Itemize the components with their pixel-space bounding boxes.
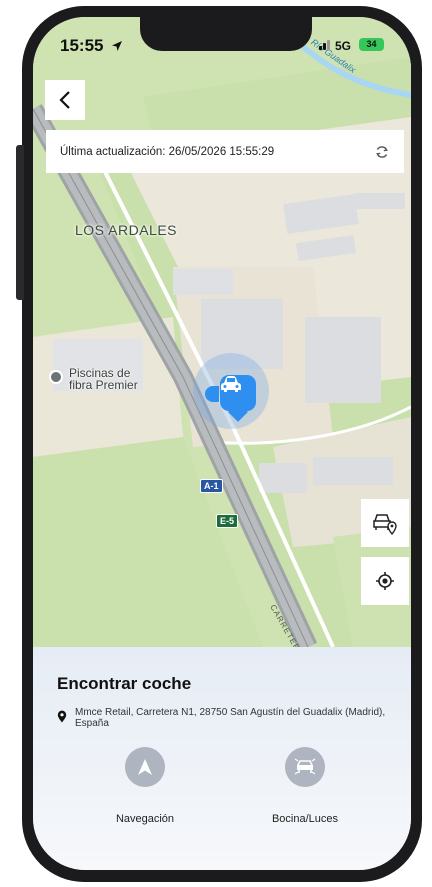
camera-notch: [140, 17, 312, 51]
car-address: Mmce Retail, Carretera N1, 28750 San Agu…: [75, 707, 386, 729]
signal-icon: [319, 38, 333, 50]
car-location-icon: [373, 514, 397, 535]
last-update-bar: Última actualización: 26/05/2026 15:55:2…: [46, 130, 404, 173]
back-button[interactable]: [45, 80, 85, 120]
sheet-title: Encontrar coche: [57, 674, 192, 693]
vehicle-marker[interactable]: [220, 375, 256, 411]
road-shield-e5: E-5: [216, 514, 239, 528]
vehicle-direction-indicator: [205, 386, 219, 402]
phone-side-button: [16, 145, 24, 300]
navigation-arrow-icon: [138, 759, 152, 775]
poi-label[interactable]: Piscinas de fibra Premier: [69, 367, 138, 391]
battery-indicator: 34: [359, 38, 384, 51]
refresh-button[interactable]: [374, 144, 390, 160]
location-pin-icon: [57, 710, 67, 723]
status-time-text: 15:55: [60, 36, 104, 55]
refresh-icon: [376, 145, 388, 158]
area-label: LOS ARDALES: [75, 222, 177, 238]
road-shield-a1: A-1: [200, 479, 223, 493]
navigation-label: Navegación: [115, 813, 175, 825]
my-location-button[interactable]: [361, 557, 409, 605]
location-arrow-icon: [112, 41, 123, 51]
horn-lights-icon: [294, 758, 316, 775]
map-view[interactable]: Río Guadalix LOS ARDALES Piscinas de fib…: [33, 17, 411, 653]
crosshair-icon: [376, 572, 394, 590]
chevron-left-icon: [59, 91, 70, 109]
car-icon: [221, 376, 241, 392]
navigation-button[interactable]: [125, 747, 165, 787]
find-car-sheet: Encontrar coche Mmce Retail, Carretera N…: [33, 647, 411, 870]
vehicle-location-button[interactable]: [361, 499, 409, 547]
horn-lights-label: Bocina/Luces: [271, 813, 339, 825]
status-bar: 15:55 5G 34: [33, 17, 411, 65]
network-type: 5G: [335, 39, 352, 53]
horn-lights-button[interactable]: [285, 747, 325, 787]
map-graphics: [33, 42, 411, 647]
poi-label-line2: fibra Premier: [69, 378, 138, 392]
poi-icon[interactable]: [49, 370, 63, 384]
last-update-text: Última actualización: 26/05/2026 15:55:2…: [60, 145, 275, 158]
status-time: 15:55: [60, 36, 123, 56]
app-screen: Río Guadalix LOS ARDALES Piscinas de fib…: [33, 17, 411, 870]
